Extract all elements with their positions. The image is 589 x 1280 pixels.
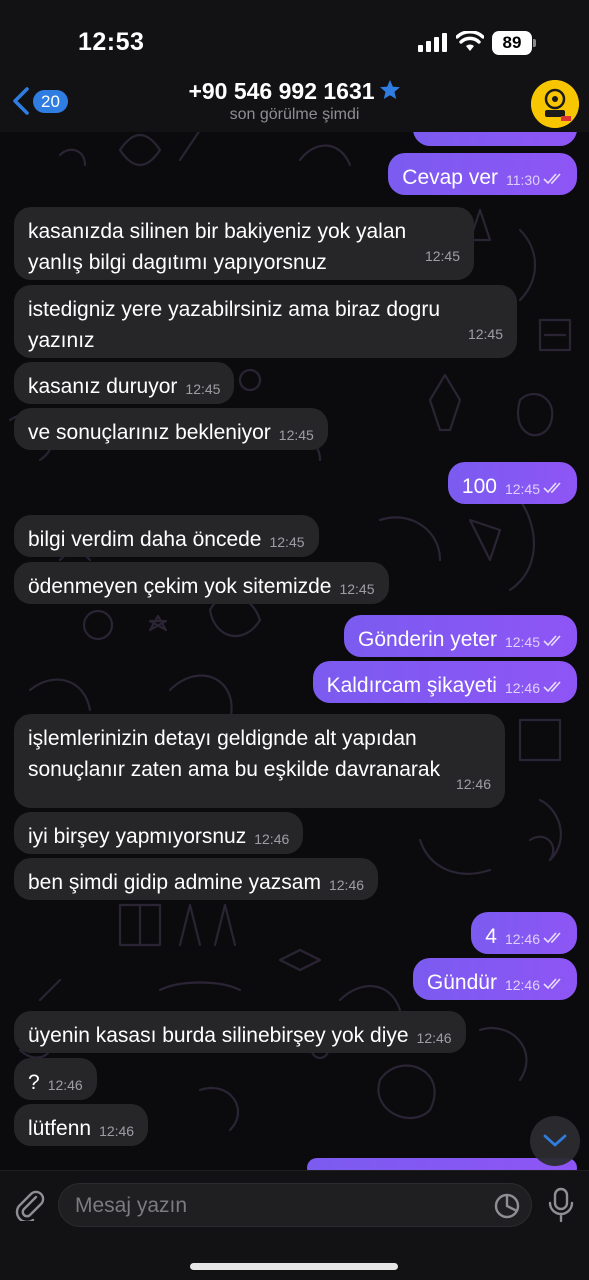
message-text: 4: [485, 925, 497, 948]
message-time: 12:46: [99, 1123, 135, 1139]
message-text: ve sonuçlarınız bekleniyor: [28, 421, 271, 444]
message-time: 12:45: [505, 627, 563, 658]
message-bubble[interactable]: ve sonuçlarınız bekleniyor 12:45: [14, 408, 328, 450]
message-bubble[interactable]: 4 12:46: [471, 912, 577, 954]
message-text: Gönderin yeter: [358, 628, 497, 651]
message-bubble[interactable]: istedigniz yere yazabilrsiniz ama biraz …: [14, 285, 517, 358]
message-time: 12:46: [328, 877, 365, 893]
message-text: iyi birşey yapmıyorsnuz: [28, 825, 247, 848]
message-time: 12:45: [185, 381, 221, 397]
message-bubble[interactable]: Kaldırcam şikayeti 12:46: [312, 661, 577, 704]
message-time: 12:46: [416, 1030, 452, 1046]
message-text: kasanızda silinen bir bakiyeniz yok yala…: [28, 220, 407, 274]
status-time: 12:53: [78, 28, 145, 56]
contact-last-seen: son görülme şimdi: [229, 106, 360, 123]
wifi-icon: [456, 31, 484, 51]
message-bubble[interactable]: ? 12:46: [14, 1058, 97, 1100]
message-text: 100: [461, 475, 497, 498]
contact-title[interactable]: +90 546 992 1631: [0, 78, 589, 105]
star-icon: [379, 80, 400, 99]
message-bubble[interactable]: kasanız duruyor 12:45: [14, 362, 235, 404]
chat-header: 20 +90 546 992 1631 son görülme şimdi: [0, 70, 589, 132]
double-check-icon: [543, 978, 561, 990]
double-check-icon: [543, 635, 561, 647]
message-bubble[interactable]: işlemlerinizin detayı geldignde alt yapı…: [14, 714, 505, 808]
message-text: kasanız duruyor: [28, 375, 178, 398]
message-bubble[interactable]: Cevap ver 11:30: [388, 153, 577, 195]
message-time: 12:46: [505, 970, 563, 1001]
message-time: 12:45: [424, 248, 460, 264]
message-bubble[interactable]: 100 12:45: [447, 462, 577, 505]
message-composer: Mesaj yazın: [0, 1170, 589, 1280]
contact-phone: +90 546 992 1631: [188, 78, 375, 104]
message-time: 12:46: [505, 924, 563, 955]
message-text: ben şimdi gidip admine yazsam: [28, 871, 321, 894]
message-time: 12:46: [455, 776, 491, 792]
status-bar: 12:53 89: [0, 0, 589, 70]
message-text: Gündür: [426, 971, 497, 994]
message-text: Kaldırcam şikayeti: [326, 674, 497, 697]
message-time: 12:46: [505, 673, 563, 704]
double-check-icon: [543, 482, 561, 494]
message-text: ?: [28, 1071, 40, 1094]
message-input[interactable]: Mesaj yazın: [58, 1183, 532, 1227]
double-check-icon: [543, 681, 561, 693]
message-bubble[interactable]: Gündür 12:46: [412, 958, 577, 1001]
message-bubble[interactable]: bilgi verdim daha öncede 12:45: [14, 515, 319, 557]
message-time: 12:45: [505, 474, 563, 505]
signal-icon: [418, 33, 447, 52]
message-bubble[interactable]: Gönderin yeter 12:45: [344, 615, 577, 657]
message-text: istedigniz yere yazabilrsiniz ama biraz …: [28, 298, 441, 352]
message-time: 12:45: [339, 581, 375, 597]
message-bubble[interactable]: iyi birşey yapmıyorsnuz 12:46: [14, 812, 304, 854]
message-input-placeholder: Mesaj yazın: [75, 1194, 188, 1217]
message-bubble[interactable]: üyenin kasası burda silinebirşey yok diy…: [14, 1011, 466, 1053]
battery-level: 89: [492, 31, 532, 55]
message-text: bilgi verdim daha öncede: [28, 528, 262, 551]
chevron-down-icon: [543, 1134, 567, 1147]
mic-icon[interactable]: [546, 1187, 576, 1223]
message-text: üyenin kasası burda silinebirşey yok diy…: [28, 1024, 409, 1047]
message-text: işlemlerinizin detayı geldignde alt yapı…: [28, 727, 441, 781]
message-time: 11:30: [506, 165, 563, 196]
message-bubble[interactable]: ben şimdi gidip admine yazsam 12:46: [14, 858, 379, 900]
double-check-icon: [543, 932, 561, 944]
home-indicator: [190, 1263, 398, 1270]
message-time: 12:46: [47, 1077, 83, 1093]
attach-icon[interactable]: [12, 1187, 46, 1221]
avatar[interactable]: [531, 80, 579, 128]
double-check-icon: [543, 173, 561, 185]
message-time: 12:45: [269, 534, 305, 550]
message-text: ödenmeyen çekim yok sitemizde: [28, 575, 332, 598]
message-text: Cevap ver: [402, 166, 498, 189]
message-time: 12:45: [467, 326, 503, 342]
message-bubble[interactable]: ödenmeyen çekim yok sitemizde 12:45: [14, 562, 389, 604]
message-text: lütfenn: [28, 1117, 92, 1140]
message-bubble[interactable]: lütfenn 12:46: [14, 1104, 149, 1146]
message-time: 12:46: [254, 831, 290, 847]
scroll-down-button[interactable]: [530, 1116, 580, 1166]
battery-icon: 89: [492, 31, 536, 55]
message-time: 12:45: [278, 427, 314, 443]
message-list[interactable]: Cevap ver 11:30 kasanızda silinen bir bak…: [0, 0, 589, 1280]
message-bubble[interactable]: kasanızda silinen bir bakiyeniz yok yala…: [14, 207, 474, 280]
sticker-icon[interactable]: [493, 1192, 521, 1220]
